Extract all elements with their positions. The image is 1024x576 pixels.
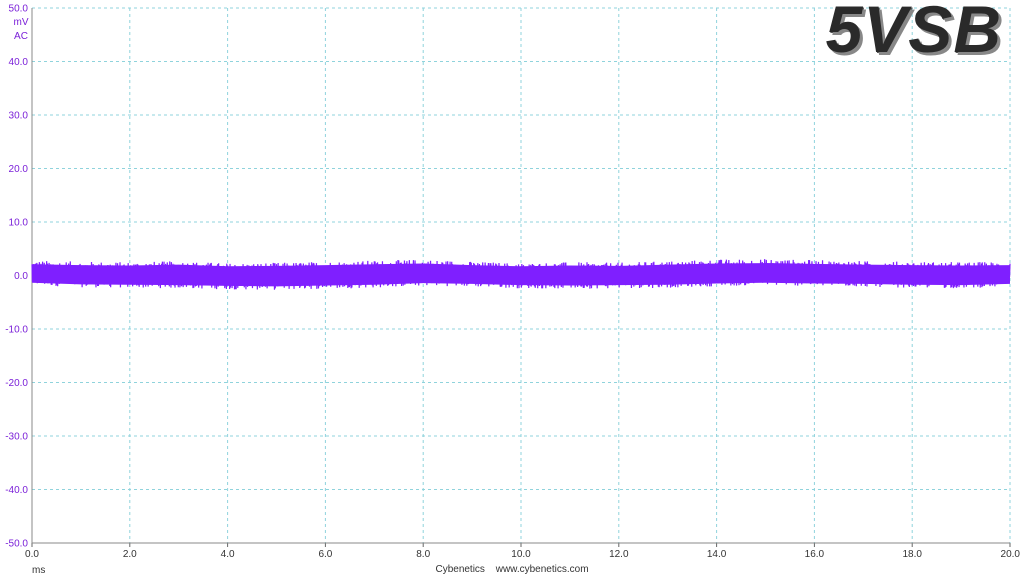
x-tick-label: 0.0: [25, 549, 39, 560]
y-axis-unit: mV: [13, 17, 29, 28]
y-tick-label: -30.0: [5, 432, 28, 443]
footer-brand: Cybenetics: [435, 564, 485, 575]
y-tick-label: 0.0: [14, 271, 28, 282]
y-tick-label: 40.0: [9, 57, 29, 68]
footer-url: www.cybenetics.com: [495, 564, 589, 575]
y-tick-labels: 50.0 40.0 30.0 20.0 10.0 0.0 -10.0 -20.0 -30.0 -4…: [5, 4, 28, 550]
y-tick-label: 20.0: [9, 164, 29, 175]
y-tick-label: -20.0: [5, 378, 28, 389]
x-tick-label: 14.0: [707, 549, 727, 560]
x-tick-label: 4.0: [221, 549, 235, 560]
x-tick-label: 18.0: [902, 549, 922, 560]
x-tick-label: 8.0: [416, 549, 430, 560]
x-tick-label: 16.0: [805, 549, 825, 560]
series-layer: [31, 259, 1011, 290]
ripple-chart: 50.0 40.0 30.0 20.0 10.0 0.0 -10.0 -20.0 -30.0 -4…: [5, 4, 1020, 561]
y-tick-label: 50.0: [9, 4, 29, 15]
y-axis-coupling: AC: [14, 31, 28, 42]
y-tick-label: -50.0: [5, 539, 28, 550]
x-tick-label: 20.0: [1001, 549, 1021, 560]
y-tick-label: -10.0: [5, 325, 28, 336]
x-tick-labels: 0.0 2.0 4.0 6.0 8.0 10.0 12.0 14.0 16.0 18.0 20.0: [25, 549, 1020, 560]
x-tick-label: 2.0: [123, 549, 137, 560]
footer-credit: Cybenetics www.cybenetics.com: [0, 564, 1024, 575]
chart-title: 5VSB: [825, 0, 1002, 66]
y-tick-label: 30.0: [9, 111, 29, 122]
x-tick-label: 10.0: [511, 549, 531, 560]
x-tick-label: 12.0: [609, 549, 629, 560]
y-tick-label: 10.0: [9, 218, 29, 229]
noise-band: [32, 263, 1010, 287]
x-tick-label: 6.0: [318, 549, 332, 560]
y-tick-label: -40.0: [5, 485, 28, 496]
